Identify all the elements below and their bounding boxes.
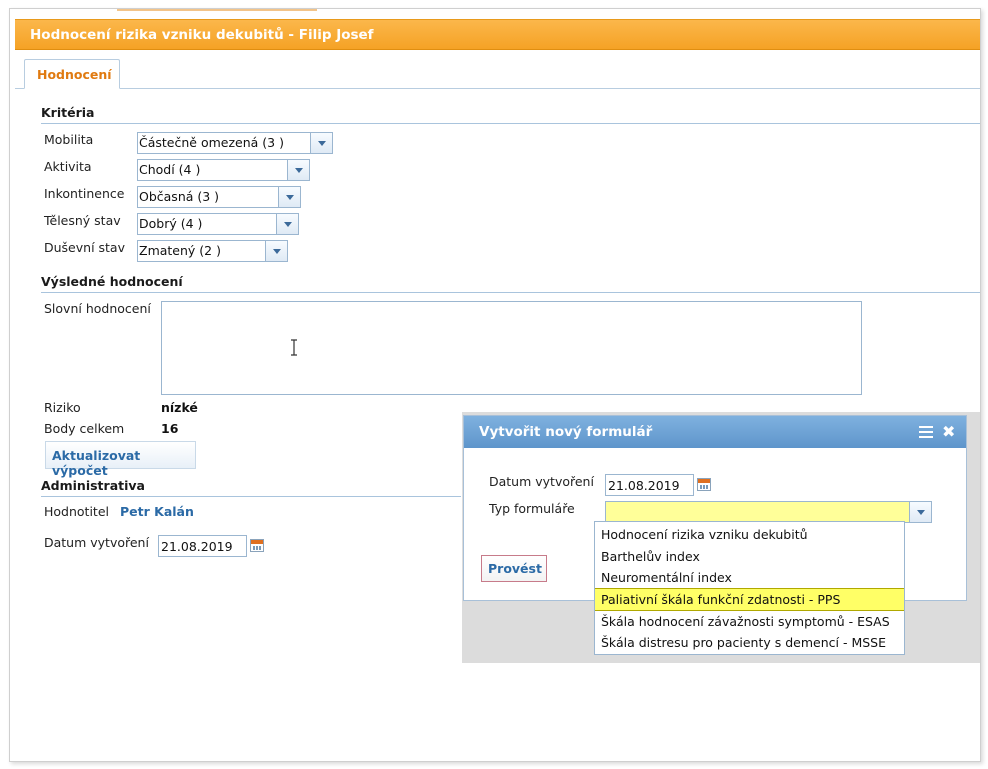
dialog-title: Vytvořit nový formulář <box>479 424 653 440</box>
label-mobilita: Mobilita <box>44 132 94 147</box>
section-divider <box>41 292 980 293</box>
label-datum-vytvoreni: Datum vytvoření <box>44 535 149 550</box>
calendar-icon[interactable] <box>250 539 264 552</box>
risk-value: nízké <box>161 400 198 415</box>
select-telesny-stav[interactable]: Dobrý (4 ) <box>137 213 299 235</box>
button-label: Provést <box>488 561 542 576</box>
close-icon[interactable]: ✖ <box>942 422 955 441</box>
select-value: Chodí (4 ) <box>139 162 201 177</box>
dropdown-option[interactable]: Hodnocení rizika vzniku dekubitů <box>595 524 904 545</box>
chevron-down-icon[interactable] <box>276 214 298 234</box>
button-label: Aktualizovat výpočet <box>52 448 141 478</box>
select-value: Částečně omezená (3 ) <box>139 135 284 150</box>
label-dusevni-stav: Duševní stav <box>44 240 125 255</box>
dropdown-option[interactable]: Škála distresu pro pacienty s demencí - … <box>595 632 904 653</box>
label-slovni-hodnoceni: Slovní hodnocení <box>44 301 151 316</box>
window-title: Hodnocení rizika vzniku dekubitů - Filip… <box>30 27 374 43</box>
label-telesny-stav: Tělesný stav <box>44 213 121 228</box>
menu-icon[interactable] <box>919 426 933 438</box>
dialog-header: Vytvořit nový formulář ✖ <box>464 416 966 448</box>
select-dusevni-stav[interactable]: Zmatený (2 ) <box>137 240 288 262</box>
window-titlebar: Hodnocení rizika vzniku dekubitů - Filip… <box>15 19 980 50</box>
chevron-down-icon[interactable] <box>909 502 931 522</box>
section-title-criteria: Kritéria <box>41 105 95 120</box>
select-value: Dobrý (4 ) <box>139 216 203 231</box>
chevron-down-icon[interactable] <box>265 241 287 261</box>
dropdown-option[interactable]: Neuromentální index <box>595 567 904 588</box>
update-calculation-button[interactable]: Aktualizovat výpočet <box>45 441 196 478</box>
label-hodnotitel: Hodnotitel <box>44 504 109 519</box>
date-value: 21.08.2019 <box>608 478 680 493</box>
select-mobilita[interactable]: Částečně omezená (3 ) <box>137 132 333 154</box>
dropdown-option-highlighted[interactable]: Paliativní škála funkční zdatnosti - PPS <box>595 588 904 611</box>
points-value: 16 <box>161 421 179 436</box>
select-value: Občasná (3 ) <box>139 189 220 204</box>
tab-label: Hodnocení <box>37 67 112 82</box>
select-aktivita[interactable]: Chodí (4 ) <box>137 159 310 181</box>
top-strip <box>117 9 317 11</box>
run-button[interactable]: Provést <box>481 555 547 582</box>
form-type-dropdown-list: Hodnocení rizika vzniku dekubitů Barthel… <box>594 521 905 655</box>
label-aktivita: Aktivita <box>44 159 92 174</box>
calendar-icon[interactable] <box>697 478 711 491</box>
label-inkontinence: Inkontinence <box>44 186 125 201</box>
section-title-admin: Administrativa <box>41 478 145 493</box>
tab-strip-line <box>15 88 980 89</box>
select-value: Zmatený (2 ) <box>139 243 221 258</box>
form-type-select[interactable] <box>605 501 932 523</box>
chevron-down-icon[interactable] <box>287 160 309 180</box>
chevron-down-icon[interactable] <box>310 133 332 153</box>
tab-hodnoceni[interactable]: Hodnocení <box>24 59 120 89</box>
section-title-result: Výsledné hodnocení <box>41 274 183 289</box>
section-divider <box>41 496 461 497</box>
section-divider <box>41 123 980 124</box>
select-inkontinence[interactable]: Občasná (3 ) <box>137 186 301 208</box>
verbal-assessment-textarea[interactable] <box>161 301 862 395</box>
created-date-input[interactable]: 21.08.2019 <box>158 535 247 557</box>
label-body-celkem: Body celkem <box>44 421 125 436</box>
assessor-link[interactable]: Petr Kalán <box>120 504 194 519</box>
label-form-type: Typ formuláře <box>489 501 575 516</box>
dialog-date-input[interactable]: 21.08.2019 <box>605 474 694 496</box>
chevron-down-icon[interactable] <box>278 187 300 207</box>
label-dialog-date: Datum vytvoření <box>489 474 594 489</box>
dropdown-option[interactable]: Škála hodnocení závažnosti symptomů - ES… <box>595 611 904 632</box>
dropdown-option[interactable]: Barthelův index <box>595 546 904 567</box>
text-cursor-icon <box>291 339 297 356</box>
date-value: 21.08.2019 <box>161 539 233 554</box>
label-riziko: Riziko <box>44 400 81 415</box>
